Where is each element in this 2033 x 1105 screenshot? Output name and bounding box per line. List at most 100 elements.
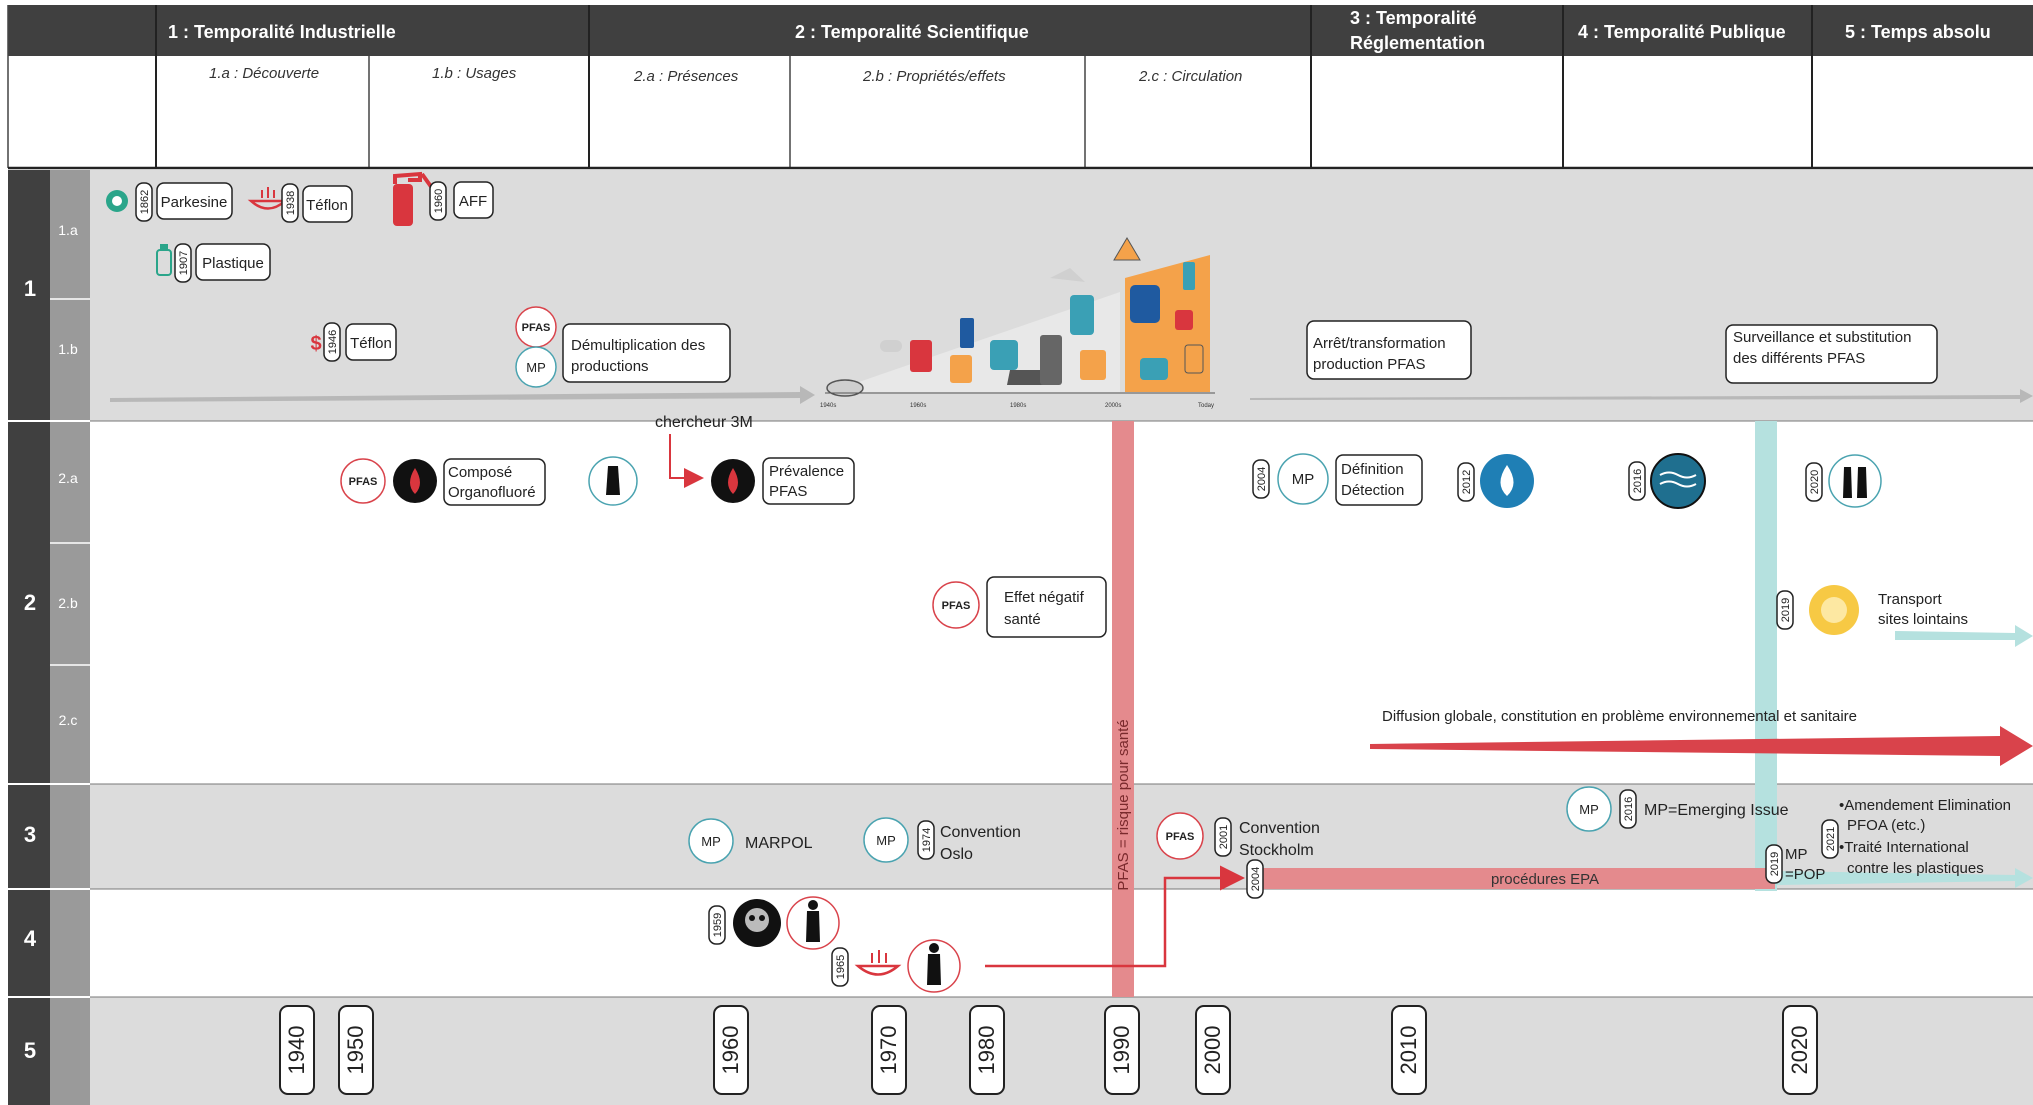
mppop-label-2: =POP bbox=[1785, 866, 1825, 883]
subrow-label-1a: 1.a bbox=[58, 222, 78, 238]
emerging-label: MP=Emerging Issue bbox=[1644, 802, 1789, 819]
year-1960: 1960 bbox=[713, 1005, 749, 1095]
header-col-5: 5 : Temps absolu bbox=[1845, 22, 1991, 42]
subcol-2c: 2.c : Circulation bbox=[1138, 68, 1242, 85]
svg-text:2012: 2012 bbox=[1461, 470, 1473, 494]
dollar-icon: $ bbox=[310, 333, 321, 355]
row2b-items: PFAS Effet négatif santé 2019 Transport … bbox=[932, 576, 2033, 647]
svg-text:1950: 1950 bbox=[343, 1026, 368, 1075]
subrow-label-2a: 2.a bbox=[58, 470, 78, 486]
svg-text:2010: 2010 bbox=[1396, 1026, 1421, 1075]
svg-text:2019: 2019 bbox=[1769, 852, 1781, 876]
svg-text:PFAS: PFAS bbox=[349, 476, 378, 488]
svg-text:1960: 1960 bbox=[433, 189, 445, 213]
svg-text:1862: 1862 bbox=[139, 190, 151, 214]
teflon-usage-label: Téflon bbox=[350, 335, 392, 352]
amendement-label-4: contre les plastiques bbox=[1847, 860, 1984, 877]
subrow-label-1b: 1.b bbox=[58, 341, 78, 357]
svg-text:2020: 2020 bbox=[1809, 470, 1821, 494]
svg-text:2001: 2001 bbox=[1218, 825, 1230, 849]
arret-label-1: Arrêt/transformation bbox=[1313, 335, 1446, 352]
subrow-label-2c: 2.c bbox=[59, 712, 78, 728]
row-label-3: 3 bbox=[24, 822, 36, 847]
prevalence-label-1: Prévalence bbox=[769, 463, 844, 480]
subcol-1b: 1.b : Usages bbox=[432, 65, 517, 82]
amendement-label-1: •Amendement Elimination bbox=[1839, 797, 2011, 814]
row4-items: 1959 1965 bbox=[708, 865, 1245, 993]
arret-label-2: production PFAS bbox=[1313, 356, 1426, 373]
row-label-2: 2 bbox=[24, 590, 36, 615]
demultiplication-label-1: Démultiplication des bbox=[571, 337, 705, 354]
svg-text:1960s: 1960s bbox=[910, 403, 926, 409]
pfas-risk-bar bbox=[1112, 421, 1134, 997]
svg-text:1960: 1960 bbox=[718, 1026, 743, 1075]
header: 1 : Temporalité Industrielle 2 : Tempora… bbox=[7, 5, 2033, 170]
svg-text:2020: 2020 bbox=[1787, 1026, 1812, 1075]
svg-text:MP: MP bbox=[701, 834, 721, 849]
svg-text:1940s: 1940s bbox=[820, 403, 836, 409]
definition-label-1: Définition bbox=[1341, 461, 1404, 478]
svg-text:1940: 1940 bbox=[284, 1026, 309, 1075]
compose-label-2: Organofluoré bbox=[448, 484, 536, 501]
row2c-items: Diffusion globale, constitution en probl… bbox=[1370, 708, 2033, 766]
plastique-label: Plastique bbox=[202, 255, 264, 272]
svg-text:2016: 2016 bbox=[1632, 469, 1644, 493]
svg-text:1938: 1938 bbox=[285, 191, 297, 215]
year-1980: 1980 bbox=[969, 1005, 1005, 1095]
header-col-4: 4 : Temporalité Publique bbox=[1578, 22, 1786, 42]
aff-label: AFF bbox=[459, 193, 487, 210]
pfas-timeline-diagram: 1 : Temporalité Industrielle 2 : Tempora… bbox=[7, 5, 2033, 1105]
transport-label-1: Transport bbox=[1878, 591, 1942, 608]
oslo-label-1: Convention bbox=[940, 824, 1021, 841]
svg-text:MP: MP bbox=[526, 360, 546, 375]
header-col-1: 1 : Temporalité Industrielle bbox=[168, 22, 396, 42]
demultiplication-label-2: productions bbox=[571, 358, 649, 375]
effet-label-1: Effet négatif bbox=[1004, 589, 1085, 606]
subcol-1a: 1.a : Découverte bbox=[209, 65, 319, 82]
header-col-3-line1: 3 : Temporalité bbox=[1350, 8, 1477, 28]
row-labels: 1 2 3 4 5 1.a 1.b 2.a 2.b 2.c bbox=[8, 170, 90, 1105]
effet-label-2: santé bbox=[1004, 611, 1041, 628]
prevalence-label-2: PFAS bbox=[769, 483, 807, 500]
parkesine-label: Parkesine bbox=[161, 194, 228, 211]
people-icon bbox=[1828, 454, 1882, 508]
svg-text:1990: 1990 bbox=[1109, 1026, 1134, 1075]
row2a-items: chercheur 3M PFAS Composé Organofluoré P… bbox=[340, 414, 1882, 509]
svg-text:MP: MP bbox=[1292, 471, 1315, 488]
definition-label-2: Détection bbox=[1341, 482, 1404, 499]
year-2000: 2000 bbox=[1195, 1005, 1231, 1095]
svg-text:2016: 2016 bbox=[1623, 797, 1635, 821]
chercheur-label: chercheur 3M bbox=[655, 414, 753, 431]
header-col-3-line2: Réglementation bbox=[1350, 33, 1485, 53]
diffusion-label: Diffusion globale, constitution en probl… bbox=[1382, 708, 1857, 725]
svg-text:2000: 2000 bbox=[1200, 1026, 1225, 1075]
amendement-label-2: PFOA (etc.) bbox=[1847, 817, 1925, 834]
mppop-label-1: MP bbox=[1785, 846, 1808, 863]
subcol-2b: 2.b : Propriétés/effets bbox=[862, 68, 1006, 85]
year-2020: 2020 bbox=[1782, 1005, 1818, 1095]
row-label-4: 4 bbox=[24, 926, 37, 951]
surveillance-label-1: Surveillance et substitution bbox=[1733, 329, 1911, 346]
year-1970: 1970 bbox=[871, 1005, 907, 1095]
transport-label-2: sites lointains bbox=[1878, 611, 1968, 628]
year-2010: 2010 bbox=[1391, 1005, 1427, 1095]
svg-text:2000s: 2000s bbox=[1105, 403, 1121, 409]
svg-text:1974: 1974 bbox=[921, 828, 933, 852]
svg-text:2004: 2004 bbox=[1250, 867, 1262, 891]
svg-text:1970: 1970 bbox=[876, 1026, 901, 1075]
year-1990: 1990 bbox=[1104, 1005, 1140, 1095]
ocean-pollution-icon bbox=[1650, 453, 1706, 509]
pfas-risk-label: PFAS = risque pour santé bbox=[1115, 719, 1132, 890]
svg-text:1965: 1965 bbox=[835, 955, 847, 979]
stockholm-label-2: Stockholm bbox=[1239, 842, 1314, 859]
header-col-2: 2 : Temporalité Scientifique bbox=[795, 22, 1029, 42]
teal-bar bbox=[1755, 421, 1777, 891]
svg-text:1959: 1959 bbox=[712, 913, 724, 937]
svg-text:1946: 1946 bbox=[327, 330, 339, 354]
svg-text:PFAS: PFAS bbox=[522, 322, 551, 334]
marpol-label: MARPOL bbox=[745, 835, 813, 852]
surveillance-label-2: des différents PFAS bbox=[1733, 350, 1865, 367]
row-label-5: 5 bbox=[24, 1038, 36, 1063]
svg-text:2019: 2019 bbox=[1780, 598, 1792, 622]
svg-text:PFAS: PFAS bbox=[1166, 831, 1195, 843]
